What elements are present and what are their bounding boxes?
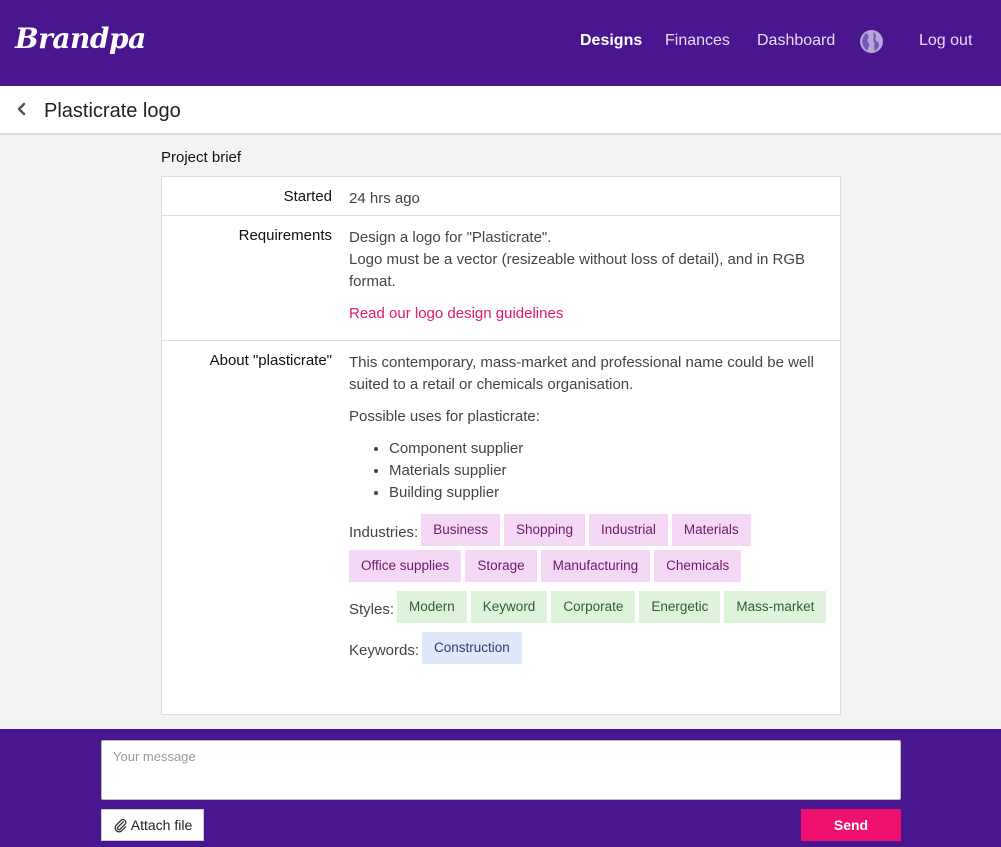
styles-label: Styles: <box>349 600 395 618</box>
started-label: Started <box>283 188 332 205</box>
attach-file-label: Attach file <box>130 817 193 833</box>
industries-label: Industries: <box>349 523 419 541</box>
style-tag: Energetic <box>639 591 721 623</box>
guidelines-link[interactable]: Read our logo design guidelines <box>349 305 563 322</box>
brandpa-logo[interactable]: Brandpa <box>15 22 146 55</box>
industries-tags: Industries: Business Shopping Industrial… <box>349 514 835 586</box>
top-navigation: Brandpa Designs Finances Dashboard Log o… <box>0 0 1001 86</box>
message-composer: Attach file Send <box>0 729 1001 847</box>
project-brief-panel: Started 24 hrs ago Requirements Design a… <box>161 176 841 715</box>
industry-tag: Office supplies <box>349 550 462 582</box>
keyword-tag: Construction <box>422 632 522 664</box>
page-header: Plasticrate logo <box>0 86 1001 135</box>
send-button[interactable]: Send <box>801 809 901 841</box>
industry-tag: Chemicals <box>654 550 742 582</box>
style-tag: Modern <box>397 591 467 623</box>
requirements-row: Requirements Design a logo for "Plasticr… <box>162 216 840 341</box>
page-title: Plasticrate logo <box>44 100 181 122</box>
nav-designs[interactable]: Designs <box>580 32 642 50</box>
paperclip-icon <box>114 818 127 832</box>
keywords-label: Keywords: <box>349 641 420 659</box>
uses-intro: Possible uses for plasticrate: <box>349 408 540 425</box>
started-value: 24 hrs ago <box>349 190 420 207</box>
requirements-line: Logo must be a vector (resizeable withou… <box>349 251 806 290</box>
style-tag: Keyword <box>470 591 548 623</box>
industry-tag: Storage <box>465 550 537 582</box>
about-row: About "plasticrate" This contemporary, m… <box>162 341 840 715</box>
uses-list: Component supplier Materials supplier Bu… <box>389 438 835 504</box>
style-tag: Mass-market <box>724 591 827 623</box>
industry-tag: Materials <box>671 514 751 546</box>
industry-tag: Shopping <box>503 514 586 546</box>
globe-icon[interactable] <box>859 29 884 54</box>
requirements-line: Design a logo for "Plasticrate". <box>349 229 552 246</box>
list-item: Materials supplier <box>389 460 835 482</box>
industry-tag: Business <box>421 514 500 546</box>
section-title: Project brief <box>161 149 242 166</box>
keywords-tags: Keywords: Construction <box>349 632 835 668</box>
logout-link[interactable]: Log out <box>919 32 972 50</box>
chevron-left-icon[interactable] <box>14 100 30 118</box>
started-row: Started 24 hrs ago <box>162 177 840 216</box>
styles-tags: Styles: Modern Keyword Corporate Energet… <box>349 591 835 627</box>
nav-dashboard[interactable]: Dashboard <box>757 32 835 50</box>
list-item: Building supplier <box>389 482 835 504</box>
about-text: This contemporary, mass-market and profe… <box>349 354 814 393</box>
about-label: About "plasticrate" <box>209 352 332 369</box>
nav-finances[interactable]: Finances <box>665 32 730 50</box>
style-tag: Corporate <box>551 591 636 623</box>
message-input[interactable] <box>101 740 901 800</box>
industry-tag: Manufacturing <box>540 550 651 582</box>
requirements-label: Requirements <box>238 227 332 244</box>
industry-tag: Industrial <box>589 514 668 546</box>
attach-file-button[interactable]: Attach file <box>101 809 204 841</box>
list-item: Component supplier <box>389 438 835 460</box>
